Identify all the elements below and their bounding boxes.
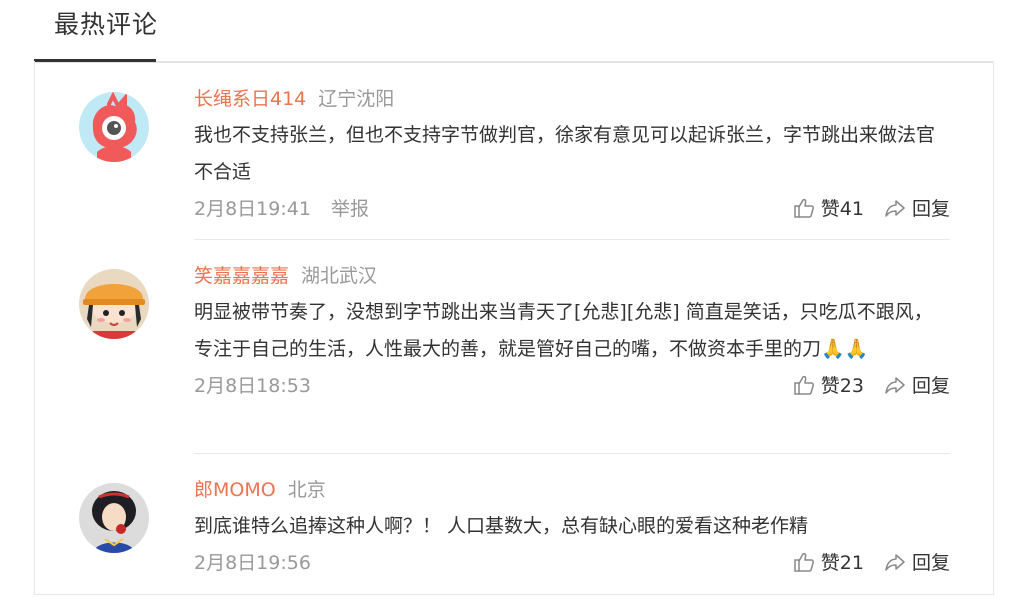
comment-divider [194, 453, 950, 454]
weibo-logo-avatar-icon [79, 92, 149, 162]
comment-actions: 赞21 回复 [793, 547, 950, 579]
user-location: 辽宁沈阳 [318, 88, 395, 110]
comment-text: 我也不支持张兰，但也不支持字节做判官，徐家有意见可以起诉张兰，字节跳出来做法官不… [194, 124, 936, 183]
tab-hot-comments[interactable]: 最热评论 [34, 0, 159, 62]
user-location: 湖北武汉 [301, 265, 378, 287]
like-button[interactable]: 赞21 [793, 547, 864, 579]
username-link[interactable]: 长绳系日414 [194, 88, 306, 110]
comment-actions: 赞23 回复 [793, 370, 950, 402]
like-count: 赞23 [820, 375, 864, 397]
thumbs-up-icon [794, 375, 814, 395]
comment-text: 到底谁特么追捧这种人啊？！ 人口基数大，总有缺心眼的爱看这种老作精 [194, 515, 809, 537]
reply-arrow-icon [885, 377, 905, 394]
comment-meta: 郎MOMO 北京 [194, 475, 950, 505]
like-count: 赞41 [820, 198, 864, 220]
comment-meta: 长绳系日414 辽宁沈阳 [194, 84, 950, 114]
snow-white-avatar-icon [79, 483, 149, 553]
username-link[interactable]: 郎MOMO [194, 479, 276, 501]
reply-label: 回复 [911, 375, 950, 397]
reply-label: 回复 [911, 198, 950, 220]
report-link[interactable]: 举报 [331, 198, 369, 220]
thumbs-up-icon [794, 552, 814, 572]
tab-hot-comments-label: 最热评论 [54, 10, 159, 39]
comment-footer: 2月8日19:41 举报 赞41 回复 [194, 193, 950, 225]
reply-button[interactable]: 回复 [884, 370, 950, 402]
comment-footer: 2月8日19:56 赞21 回复 [194, 547, 950, 579]
reply-label: 回复 [911, 552, 950, 574]
cartoon-girl-avatar-icon [79, 269, 149, 339]
comment-time: 2月8日19:41 [194, 198, 311, 220]
comment-body: 郎MOMO 北京 到底谁特么追捧这种人啊？！ 人口基数大，总有缺心眼的爱看这种老作… [194, 475, 950, 579]
reply-arrow-icon [885, 200, 905, 217]
comment-actions: 赞41 回复 [793, 193, 950, 225]
reply-arrow-icon [885, 554, 905, 571]
comment-meta: 笑嘉嘉嘉嘉 湖北武汉 [194, 261, 950, 291]
comment-list: 长绳系日414 辽宁沈阳 我也不支持张兰，但也不支持字节做判官，徐家有意见可以起诉… [34, 61, 994, 595]
avatar[interactable] [79, 483, 149, 553]
comment-tabbar: 最热评论 [34, 0, 994, 63]
comment-time: 2月8日18:53 [194, 375, 311, 397]
avatar[interactable] [79, 269, 149, 339]
comment-text: 明显被带节奏了，没想到字节跳出来当青天了[允悲][允悲] 简直是笑话，只吃瓜不跟… [194, 301, 933, 360]
comment-footer: 2月8日18:53 赞23 回复 [194, 370, 950, 402]
thumbs-up-icon [794, 198, 814, 218]
username-link[interactable]: 笑嘉嘉嘉嘉 [194, 265, 289, 287]
user-location: 北京 [287, 479, 326, 501]
reply-button[interactable]: 回复 [884, 547, 950, 579]
reply-button[interactable]: 回复 [884, 193, 950, 225]
avatar[interactable] [79, 92, 149, 162]
like-button[interactable]: 赞23 [793, 370, 864, 402]
like-count: 赞21 [820, 552, 864, 574]
comment-divider [194, 239, 950, 240]
comment-time: 2月8日19:56 [194, 552, 311, 574]
comment-body: 笑嘉嘉嘉嘉 湖北武汉 明显被带节奏了，没想到字节跳出来当青天了[允悲][允悲] 简… [194, 261, 950, 402]
like-button[interactable]: 赞41 [793, 193, 864, 225]
comment-body: 长绳系日414 辽宁沈阳 我也不支持张兰，但也不支持字节做判官，徐家有意见可以起诉… [194, 84, 950, 225]
